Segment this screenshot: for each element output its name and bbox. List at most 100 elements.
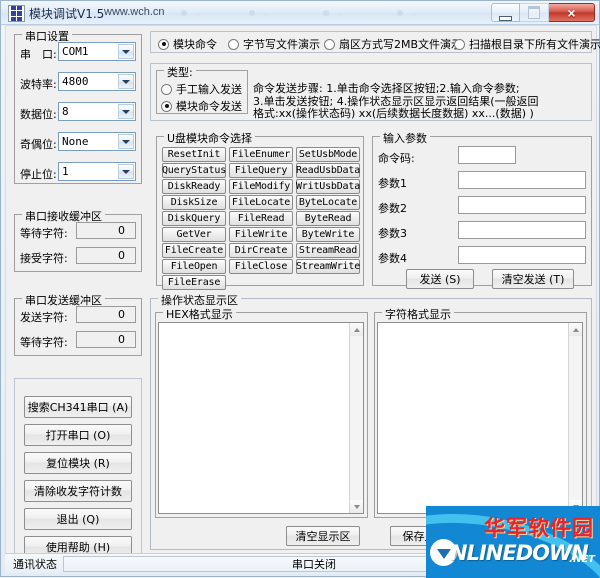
chevron-down-icon[interactable] bbox=[118, 104, 134, 119]
cmd-filewrite-button[interactable]: FileWrite bbox=[229, 227, 293, 242]
char-display-textarea[interactable] bbox=[377, 322, 583, 514]
baudrate-label: 波特率: bbox=[20, 78, 57, 91]
title-decoration-dot bbox=[323, 10, 329, 16]
hex-display-textarea[interactable] bbox=[158, 322, 364, 514]
cmd-filemodify-button[interactable]: FileModify bbox=[229, 179, 293, 194]
cmd-fileopen-button[interactable]: FileOpen bbox=[162, 259, 226, 274]
clear-display-button[interactable]: 清空显示区 bbox=[286, 526, 360, 546]
search-ch341-port-button[interactable]: 搜索CH341串口 (A) bbox=[24, 396, 132, 418]
chevron-down-icon[interactable] bbox=[118, 134, 134, 149]
param4-input[interactable] bbox=[458, 246, 586, 264]
cmd-getver-button[interactable]: GetVer bbox=[162, 227, 226, 242]
app-icon bbox=[8, 5, 25, 22]
radio-off-icon bbox=[228, 38, 239, 50]
cmd-fileenumer-button[interactable]: FileEnumer bbox=[229, 147, 293, 162]
type-manual-input-radio[interactable]: 手工输入发送 bbox=[161, 81, 242, 97]
cmd-label: GetVer bbox=[176, 229, 212, 240]
param3-label: 参数3 bbox=[378, 227, 407, 240]
command-code-input[interactable] bbox=[458, 146, 516, 164]
close-icon: × bbox=[567, 4, 576, 21]
cmd-label: FileClose bbox=[234, 261, 288, 272]
parity-label: 奇偶位: bbox=[20, 138, 57, 151]
exit-button[interactable]: 退出 (Q) bbox=[24, 508, 132, 530]
param3-input[interactable] bbox=[458, 221, 586, 239]
cmd-label: DirCreate bbox=[234, 245, 288, 256]
cmd-bytelocate-button[interactable]: ByteLocate bbox=[296, 195, 360, 210]
cmd-fileerase-button[interactable]: FileErase bbox=[162, 275, 226, 290]
cmd-readusbdata-button[interactable]: ReadUsbData bbox=[296, 163, 360, 178]
cmd-resetinit-button[interactable]: ResetInit bbox=[162, 147, 226, 162]
maximize-button[interactable] bbox=[520, 3, 549, 22]
cmd-disksize-button[interactable]: DiskSize bbox=[162, 195, 226, 210]
cmd-label: FileOpen bbox=[170, 261, 218, 272]
app-window: 模块调试V1.5 www.wch.cn × 串口设置 串 口: COM1 波特率… bbox=[0, 0, 600, 578]
cmd-label: DiskReady bbox=[167, 181, 221, 192]
param1-label: 参数1 bbox=[378, 177, 407, 190]
param1-input[interactable] bbox=[458, 171, 586, 189]
status-bar-label: 通讯状态 bbox=[13, 557, 57, 571]
cmd-label: FileLocate bbox=[231, 197, 291, 208]
cmd-label: DiskSize bbox=[170, 197, 218, 208]
cmd-dircreate-button[interactable]: DirCreate bbox=[229, 243, 293, 258]
mode-tab-byte-write-demo[interactable]: 字节写文件演示 bbox=[228, 36, 320, 52]
cmd-label: SetUsbMode bbox=[298, 149, 358, 160]
parity-combobox[interactable]: None bbox=[58, 132, 136, 151]
databits-value: 8 bbox=[62, 105, 69, 118]
stopbits-combobox[interactable]: 1 bbox=[58, 162, 136, 181]
cmd-label: ByteRead bbox=[304, 213, 352, 224]
radio-off-icon bbox=[161, 83, 172, 95]
cmd-filequery-button[interactable]: FileQuery bbox=[229, 163, 293, 178]
cmd-filelocate-button[interactable]: FileLocate bbox=[229, 195, 293, 210]
open-port-button[interactable]: 打开串口 (O) bbox=[24, 424, 132, 446]
cmd-streamread-button[interactable]: StreamRead bbox=[296, 243, 360, 258]
chevron-down-icon[interactable] bbox=[118, 164, 134, 179]
chevron-down-icon[interactable] bbox=[118, 74, 134, 89]
cmd-diskready-button[interactable]: DiskReady bbox=[162, 179, 226, 194]
chevron-down-icon[interactable] bbox=[118, 44, 134, 59]
cmd-bytewrite-button[interactable]: ByteWrite bbox=[296, 227, 360, 242]
cmd-label: ByteWrite bbox=[301, 229, 355, 240]
mode-tab-scan-root-demo-label: 扫描根目录下所有文件演示 bbox=[469, 38, 600, 51]
send-sent-label: 发送字符: bbox=[20, 311, 68, 324]
scroll-up-icon[interactable] bbox=[350, 323, 363, 336]
mode-tab-scan-root-demo[interactable]: 扫描根目录下所有文件演示 bbox=[454, 36, 600, 52]
port-combobox[interactable]: COM1 bbox=[58, 42, 136, 61]
maximize-icon bbox=[520, 4, 548, 21]
window-title: 模块调试V1.5 bbox=[29, 7, 105, 21]
watermark-english-text: NLINEDOWN bbox=[450, 541, 589, 565]
client-area: 串口设置 串 口: COM1 波特率: 4800 数据位: 8 奇偶位: Non… bbox=[5, 25, 600, 573]
cmd-querystatus-button[interactable]: QueryStatus bbox=[162, 163, 226, 178]
type-module-command-radio[interactable]: 模块命令发送 bbox=[161, 98, 242, 114]
clear-send-button[interactable]: 清空发送 (T) bbox=[492, 269, 574, 289]
mode-tab-module-command[interactable]: 模块命令 bbox=[158, 36, 217, 52]
clear-counters-button[interactable]: 清除收发字符计数 bbox=[24, 480, 132, 502]
databits-combobox[interactable]: 8 bbox=[58, 102, 136, 121]
title-decoration-dot bbox=[265, 13, 268, 16]
baudrate-combobox[interactable]: 4800 bbox=[58, 72, 136, 91]
minimize-button[interactable] bbox=[491, 3, 520, 22]
cmd-fileread-button[interactable]: FileRead bbox=[229, 211, 293, 226]
cmd-writusbdata-button[interactable]: WritUsbData bbox=[296, 179, 360, 194]
cmd-fileclose-button[interactable]: FileClose bbox=[229, 259, 293, 274]
param2-input[interactable] bbox=[458, 196, 586, 214]
send-button[interactable]: 发送 (S) bbox=[406, 269, 474, 289]
mode-tab-byte-write-demo-label: 字节写文件演示 bbox=[243, 38, 320, 51]
cmd-diskquery-button[interactable]: DiskQuery bbox=[162, 211, 226, 226]
send-waiting-label: 等待字符: bbox=[20, 336, 68, 349]
mode-tab-sector-write-demo[interactable]: 扇区方式写2MB文件演示 bbox=[324, 36, 462, 52]
char-display-scrollbar[interactable] bbox=[568, 323, 582, 513]
cmd-label: ReadUsbData bbox=[295, 165, 361, 176]
title-decoration-dot bbox=[197, 13, 200, 16]
send-button-label: 发送 (S) bbox=[419, 273, 461, 286]
scroll-down-icon[interactable] bbox=[350, 500, 363, 513]
cmd-setusbmode-button[interactable]: SetUsbMode bbox=[296, 147, 360, 162]
scroll-up-icon[interactable] bbox=[569, 323, 582, 336]
hex-display-scrollbar[interactable] bbox=[349, 323, 363, 513]
cmd-filecreate-button[interactable]: FileCreate bbox=[162, 243, 226, 258]
mode-tab-sector-write-demo-label: 扇区方式写2MB文件演示 bbox=[339, 38, 463, 51]
cmd-byteread-button[interactable]: ByteRead bbox=[296, 211, 360, 226]
cmd-streamwrite-button[interactable]: StreamWrite bbox=[296, 259, 360, 274]
close-button[interactable]: × bbox=[549, 3, 595, 22]
reset-module-button[interactable]: 复位模块 (R) bbox=[24, 452, 132, 474]
mode-tab-module-command-label: 模块命令 bbox=[173, 38, 217, 51]
